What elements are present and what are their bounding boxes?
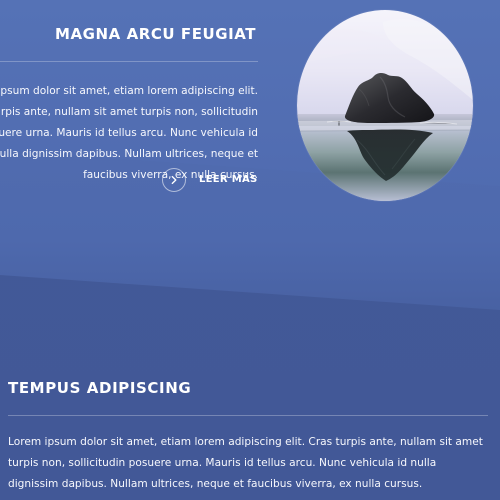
section-two-title: TEMPUS ADIPISCING bbox=[8, 379, 192, 397]
feature-photo bbox=[297, 10, 473, 201]
chevron-right-icon bbox=[162, 168, 186, 192]
page-background: MAGNA ARCU FEUGIAT Lorem ipsum dolor sit… bbox=[0, 0, 500, 500]
read-more-link[interactable]: LEER MÁS bbox=[162, 167, 258, 193]
section-two-divider bbox=[8, 415, 488, 416]
tempus-section: TEMPUS ADIPISCING Lorem ipsum dolor sit … bbox=[0, 360, 500, 500]
feature-title: MAGNA ARCU FEUGIAT bbox=[55, 25, 256, 43]
section-two-description: Lorem ipsum dolor sit amet, etiam lorem … bbox=[8, 436, 483, 490]
feature-section: MAGNA ARCU FEUGIAT Lorem ipsum dolor sit… bbox=[0, 0, 500, 260]
feature-divider bbox=[0, 61, 258, 62]
read-more-label: LEER MÁS bbox=[199, 174, 258, 185]
